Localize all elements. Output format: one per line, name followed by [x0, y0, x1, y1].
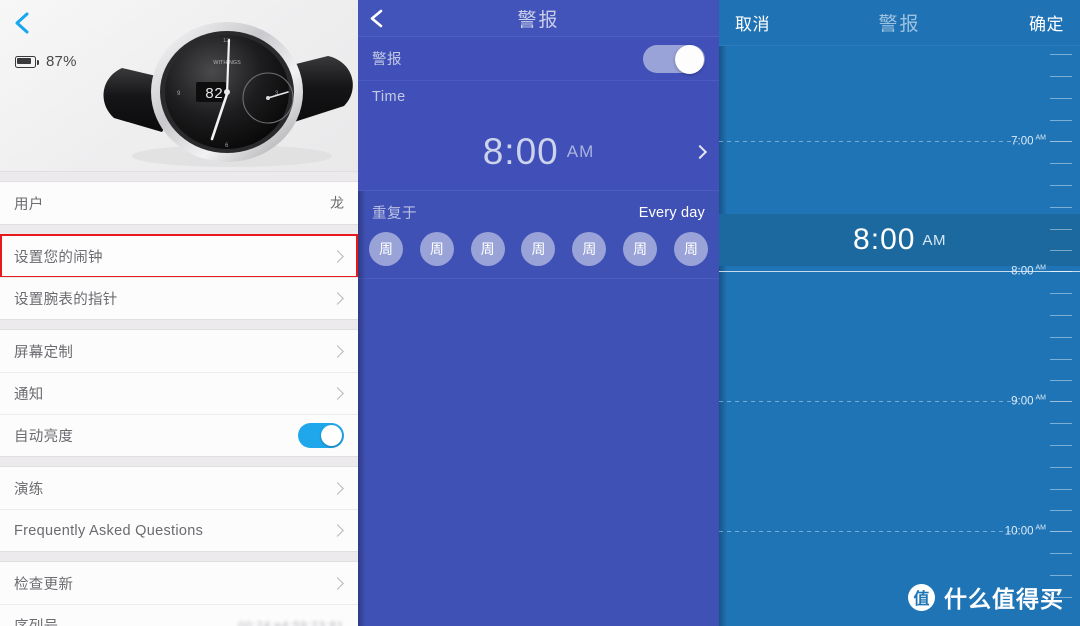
- back-chevron-icon[interactable]: [366, 7, 389, 30]
- selected-time-value: 8:00: [853, 223, 916, 256]
- row-label: Frequently Asked Questions: [14, 522, 204, 539]
- chevron-right-icon: [331, 576, 344, 590]
- battery-status: 87%: [15, 53, 77, 70]
- chevron-right-icon: [692, 144, 708, 159]
- chevron-right-icon: [331, 292, 344, 305]
- section-divider: [0, 456, 358, 467]
- cancel-button[interactable]: 取消: [735, 10, 770, 35]
- repeat-value: Every day: [638, 204, 705, 221]
- site-watermark: 值 什么值得买: [908, 580, 1064, 614]
- day-button[interactable]: 周: [521, 232, 556, 266]
- section-divider: [0, 551, 358, 562]
- row-label: 设置腕表的指针: [14, 292, 118, 308]
- hour-label: 7:00 AM: [1011, 134, 1046, 148]
- alarm-enable-row[interactable]: 警报: [358, 37, 719, 81]
- alarm-enable-toggle[interactable]: [643, 44, 705, 74]
- hour-label: 9:00 AM: [1011, 394, 1046, 408]
- section-divider: [0, 319, 358, 330]
- three-panel-screenshot: 87% 12 3 6 9 WITHINGS 82 用户 龙 设置您的闹钟 设置腕…: [0, 0, 1080, 626]
- row-serial-number: 序列号 00:24:e4:59:23:81: [0, 604, 358, 626]
- user-section: 用户 龙: [0, 182, 358, 224]
- day-button[interactable]: 周: [673, 232, 708, 266]
- day-button[interactable]: 周: [369, 232, 403, 266]
- repeat-label: 重复于: [372, 206, 417, 222]
- row-label: 用户: [14, 196, 44, 213]
- page-title: 警报: [878, 14, 921, 35]
- svg-text:82: 82: [205, 86, 223, 103]
- row-user[interactable]: 用户 龙: [0, 182, 358, 224]
- hour-gridline: [719, 401, 1018, 402]
- serial-number-value: 00:24:e4:59:23:81: [238, 619, 344, 626]
- help-section: 演练 Frequently Asked Questions: [0, 467, 358, 551]
- repeat-header: 重复于 Every day: [358, 191, 719, 229]
- row-label: 设置您的闹钟: [14, 249, 103, 266]
- battery-icon: [15, 55, 39, 68]
- time-section-label-row: Time: [358, 81, 719, 113]
- row-label: 序列号: [14, 615, 58, 626]
- section-divider: [0, 224, 358, 235]
- time-picker-panel: 取消 警报 确定 8:00 AM 7:00 AM 8:00 AM 9:00 AM…: [719, 0, 1080, 626]
- row-label: 自动亮度: [14, 429, 74, 445]
- chevron-right-icon: [331, 481, 344, 495]
- chevron-right-icon: [331, 249, 344, 263]
- day-button[interactable]: 周: [470, 232, 505, 266]
- display-section: 屏幕定制 通知 自动亮度: [0, 330, 358, 456]
- row-tutorial[interactable]: 演练: [0, 467, 358, 509]
- hour-gridline: [719, 141, 1018, 142]
- row-label: 通知: [14, 387, 44, 403]
- alarm-editor-header: 警报: [358, 0, 719, 37]
- chevron-right-icon: [331, 387, 344, 400]
- day-button[interactable]: 周: [623, 232, 658, 266]
- about-section: 检查更新 序列号 00:24:e4:59:23:81: [0, 562, 358, 626]
- alarm-enable-label: 警报: [372, 52, 402, 68]
- watermark-logo-icon: 值: [908, 583, 935, 611]
- chevron-right-icon: [331, 524, 344, 537]
- alarm-time-value: 8:00: [482, 130, 559, 172]
- watch-hero-image: 87% 12 3 6 9 WITHINGS 82: [0, 0, 358, 171]
- auto-brightness-toggle[interactable]: [298, 423, 344, 448]
- time-scroll-picker[interactable]: 8:00 AM 7:00 AM 8:00 AM 9:00 AM 10:00 AM…: [719, 46, 1080, 626]
- row-label: 演练: [14, 481, 44, 498]
- watch-product-photo: 12369 WITHINGS 82: [103, 22, 353, 167]
- confirm-button[interactable]: 确定: [1029, 10, 1064, 35]
- row-label: 检查更新: [14, 576, 74, 593]
- battery-percent: 87%: [46, 53, 77, 70]
- row-check-update[interactable]: 检查更新: [0, 562, 358, 604]
- chevron-right-icon: [331, 344, 344, 358]
- page-title: 警报: [517, 9, 560, 31]
- row-faq[interactable]: Frequently Asked Questions: [0, 509, 358, 551]
- back-chevron-icon[interactable]: [10, 10, 36, 36]
- hour-gridline: [719, 531, 1018, 532]
- alarm-editor-panel: 警报 警报 Time 8:00 AM 重复于 Every day 周 周 周 周…: [358, 0, 719, 626]
- alarm-time-row[interactable]: 8:00 AM: [358, 113, 719, 191]
- row-set-alarm[interactable]: 设置您的闹钟: [0, 234, 358, 278]
- day-button[interactable]: 周: [419, 232, 454, 266]
- selected-time-meridiem: AM: [922, 231, 946, 249]
- section-divider: [0, 171, 358, 182]
- alarm-settings-section: 设置您的闹钟 设置腕表的指针: [0, 234, 358, 319]
- day-button[interactable]: 周: [572, 232, 607, 266]
- row-notifications[interactable]: 通知: [0, 372, 358, 414]
- alarm-time-meridiem: AM: [566, 141, 595, 161]
- hour-label: 8:00 AM: [1011, 264, 1046, 278]
- repeat-day-selector: 周 周 周 周 周 周 周: [358, 229, 719, 279]
- hour-label: 10:00 AM: [1004, 524, 1046, 538]
- row-auto-brightness[interactable]: 自动亮度: [0, 414, 358, 456]
- row-label: 屏幕定制: [14, 344, 74, 361]
- watermark-text: 什么值得买: [944, 586, 1064, 612]
- time-picker-header: 取消 警报 确定: [719, 0, 1080, 46]
- time-ruler: 7:00 AM 8:00 AM 9:00 AM 10:00 AM: [1005, 46, 1080, 626]
- row-value: 龙: [330, 195, 344, 211]
- row-set-hands[interactable]: 设置腕表的指针: [0, 277, 358, 319]
- time-label: Time: [372, 89, 406, 105]
- device-settings-panel: 87% 12 3 6 9 WITHINGS 82 用户 龙 设置您的闹钟 设置腕…: [0, 0, 358, 626]
- row-screen-customization[interactable]: 屏幕定制: [0, 330, 358, 372]
